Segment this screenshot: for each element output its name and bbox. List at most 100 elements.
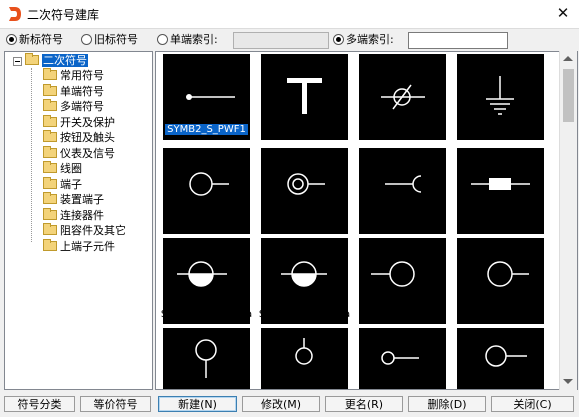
- folder-icon: [43, 223, 57, 235]
- category-button[interactable]: 符号分类: [4, 396, 75, 412]
- tree-item[interactable]: 按钮及触头: [43, 130, 115, 145]
- close-button[interactable]: 关闭(C): [491, 396, 574, 412]
- folder-icon: [43, 192, 57, 204]
- folder-icon: [43, 161, 57, 173]
- symbol-name: SYMB2_S_PWF4: [461, 124, 540, 135]
- close-window-button[interactable]: ✕: [553, 3, 573, 23]
- new-button[interactable]: 新建(N): [158, 396, 237, 412]
- symbol-gallery[interactable]: SYMB2_S_PWF1 SYMB2_S_PWF2 SYMB2_S_PWF3 SYMB…: [155, 51, 578, 390]
- symbol-name: SYMB2_S_PWF13: [359, 309, 446, 320]
- symbol-tile[interactable]: [457, 328, 544, 389]
- tree-item[interactable]: 仪表及信号: [43, 145, 115, 161]
- tree-item-label: 阻容件及其它: [60, 224, 126, 237]
- app-logo-icon: [9, 7, 21, 21]
- tree-item-label: 多端符号: [60, 100, 104, 113]
- symbol-caption[interactable]: SYMB2_S_PWF8: [258, 216, 351, 229]
- tree-item-label: 仪表及信号: [60, 146, 115, 160]
- symbol-caption[interactable]: SYMB2_S_PWF5: [160, 216, 253, 229]
- symbol-caption[interactable]: SYMB2_S_PWF3: [356, 123, 449, 136]
- folder-open-icon: [25, 53, 39, 65]
- tree-item[interactable]: 开关及保护: [43, 114, 115, 130]
- circle-updown-lead-icon: [295, 338, 313, 365]
- radio-checked-icon: [333, 34, 344, 45]
- folder-icon: [43, 68, 57, 80]
- symbol-name: SYMB2_S_PWF5: [167, 217, 246, 228]
- symbol-caption[interactable]: SYMB2_S_PWF9: [356, 216, 449, 229]
- small-circle-lead-icon: [381, 351, 419, 365]
- multi-index-label: 多端索引:: [346, 33, 394, 46]
- symbol-name: SYMB2_S_PWF9: [363, 217, 442, 228]
- folder-icon: [43, 145, 57, 158]
- symbol-name: SYMB2_S_PWF14: [457, 309, 544, 320]
- tree-item[interactable]: 端子: [43, 176, 82, 192]
- symbol-caption[interactable]: SYMB2_S_PWF4: [454, 123, 547, 136]
- symbol-name: SYMB2_S_PWF1: [165, 124, 248, 135]
- symbol-tile[interactable]: [163, 328, 250, 389]
- single-index-radio[interactable]: 单端索引:: [157, 30, 218, 50]
- collapse-toggle-icon[interactable]: [13, 57, 22, 66]
- folder-icon: [43, 130, 57, 142]
- tree-item[interactable]: 线圈: [43, 161, 82, 176]
- scroll-down-icon[interactable]: [563, 379, 573, 384]
- multi-index-radio[interactable]: 多端索引:: [333, 30, 394, 50]
- title-bar: 二次符号建库 ✕: [0, 0, 579, 29]
- gallery-scrollbar[interactable]: [559, 51, 577, 390]
- tree-item-label: 线圈: [60, 162, 82, 175]
- tree-item[interactable]: 装置端子: [43, 192, 104, 207]
- symbol-name: SYMB2_S_PWF12a: [258, 309, 351, 320]
- tree-item-label: 上端子元件: [60, 239, 115, 253]
- symbol-name: SYMB2_S_PWF8: [265, 217, 344, 228]
- folder-icon: [43, 99, 57, 111]
- scroll-thumb[interactable]: [563, 69, 574, 122]
- single-index-label: 单端索引:: [170, 33, 218, 46]
- rename-button[interactable]: 更名(R): [325, 396, 403, 412]
- tree-item-label: 连接器件: [60, 208, 104, 222]
- folder-icon: [43, 83, 57, 96]
- tree-root-item[interactable]: 二次符号: [25, 53, 88, 68]
- symbol-caption[interactable]: SYMB2_S_PWF2: [258, 123, 351, 136]
- radio-unchecked-icon: [81, 34, 92, 45]
- single-index-input[interactable]: [233, 32, 329, 49]
- tree-item[interactable]: 上端子元件: [43, 238, 115, 254]
- symbol-caption[interactable]: SYMB2_S_PWF11a: [160, 308, 253, 321]
- window-title: 二次符号建库: [27, 8, 100, 22]
- tree-item[interactable]: 阻容件及其它: [43, 223, 126, 238]
- folder-icon: [43, 238, 57, 251]
- symbol-name: SYMB2_S_PWF11a: [160, 309, 253, 320]
- old-standard-label: 旧标符号: [94, 33, 138, 46]
- tree-item-label: 开关及保护: [60, 115, 115, 129]
- symbol-name: SYMB2_S_PWF2: [265, 124, 344, 135]
- symbol-caption[interactable]: SYMB2_S_PWF13: [356, 308, 449, 321]
- folder-icon: [43, 114, 57, 127]
- symbol-caption[interactable]: SYMB2_S_PWF1: [160, 123, 253, 136]
- tree-root-label: 二次符号: [42, 54, 88, 67]
- tree-item[interactable]: 常用符号: [43, 68, 104, 83]
- circle-down-lead-icon: [195, 339, 217, 378]
- tree-item-label: 单端符号: [60, 84, 104, 98]
- scroll-up-icon[interactable]: [563, 56, 573, 61]
- old-standard-radio[interactable]: 旧标符号: [81, 30, 138, 50]
- modify-button[interactable]: 修改(M): [242, 396, 320, 412]
- radio-checked-icon: [6, 34, 17, 45]
- new-standard-label: 新标符号: [19, 33, 63, 46]
- tree-item-label: 常用符号: [60, 69, 104, 82]
- symbol-tile[interactable]: [359, 328, 446, 389]
- radio-unchecked-icon: [157, 34, 168, 45]
- delete-button[interactable]: 删除(D): [408, 396, 486, 412]
- tree-guide-line: [31, 68, 32, 242]
- symbol-caption[interactable]: SYMB2_S_PWF14: [454, 308, 547, 321]
- symbol-tile[interactable]: [261, 328, 348, 389]
- tree-item[interactable]: 单端符号: [43, 83, 104, 99]
- symbol-caption[interactable]: SYMB2_S_PWF12a: [258, 308, 351, 321]
- tree-item-label: 按钮及触头: [60, 131, 115, 144]
- equivalent-button[interactable]: 等价符号: [80, 396, 151, 412]
- tree-item[interactable]: 多端符号: [43, 99, 104, 114]
- category-tree[interactable]: 二次符号 常用符号单端符号多端符号开关及保护按钮及触头仪表及信号线圈 端子 装置端子…: [4, 51, 153, 390]
- tree-item[interactable]: 连接器件: [43, 207, 104, 223]
- tree-item-label: 装置端子: [60, 193, 104, 206]
- multi-index-input[interactable]: [408, 32, 508, 49]
- symbol-caption[interactable]: SYMB2_S_PWF10: [454, 216, 547, 229]
- folder-icon: [43, 207, 57, 220]
- new-standard-radio[interactable]: 新标符号: [6, 30, 63, 50]
- symbol-name: SYMB2_S_PWF3: [363, 124, 442, 135]
